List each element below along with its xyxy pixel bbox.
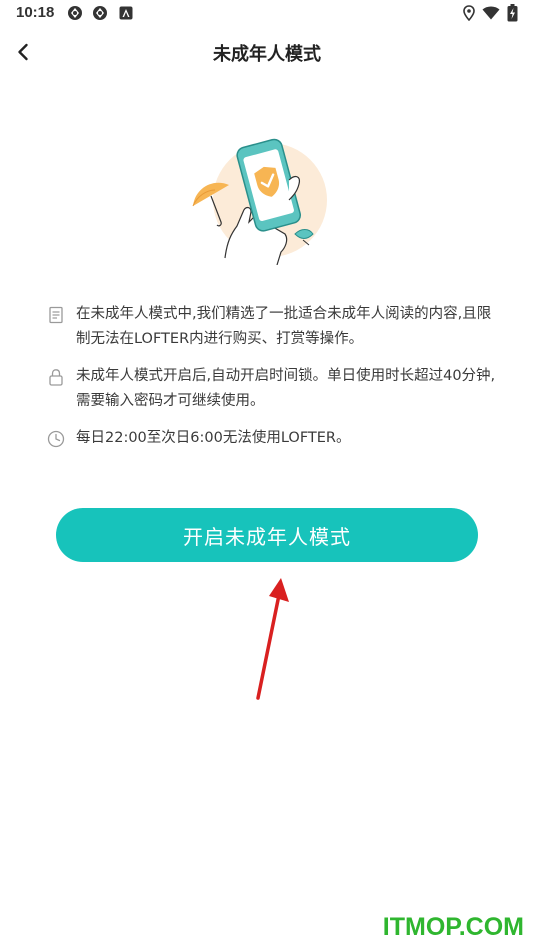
red-arrow-annotation <box>256 578 289 700</box>
battery-charging-icon <box>507 4 518 22</box>
status-bar: 10:18 <box>0 0 534 27</box>
info-text: 每日22:00至次日6:00无法使用LOFTER。 <box>76 430 351 446</box>
info-text: 未成年人模式开启后,自动开启时间锁。单日使用时长超过40分钟,需要输入密码才可继… <box>76 368 496 409</box>
wifi-icon <box>482 6 500 20</box>
app-notification-icon <box>93 6 107 20</box>
watermark: ITMOP.COM <box>382 913 524 941</box>
title-bar: 未成年人模式 <box>0 27 534 77</box>
app-store-notification-icon <box>119 6 133 20</box>
clock-icon <box>47 430 65 448</box>
status-time: 10:18 <box>16 4 55 21</box>
screen: 10:18 未成年人模式 在未成年人模式中,我们精选了一批适合未成年人阅读的内容… <box>0 0 534 950</box>
info-item-curfew: 每日22:00至次日6:00无法使用LOFTER。 <box>44 426 504 451</box>
app-notification-icon <box>68 6 82 20</box>
enable-minor-mode-button[interactable]: 开启未成年人模式 <box>56 508 478 562</box>
page-title: 未成年人模式 <box>213 44 321 65</box>
status-indicators <box>463 4 518 22</box>
lock-icon <box>49 369 63 386</box>
info-list: 在未成年人模式中,我们精选了一批适合未成年人阅读的内容,且限制无法在LOFTER… <box>44 302 504 463</box>
location-icon <box>463 5 475 21</box>
minor-mode-illustration <box>192 138 327 265</box>
document-icon <box>49 306 63 324</box>
info-item-time-lock: 未成年人模式开启后,自动开启时间锁。单日使用时长超过40分钟,需要输入密码才可继… <box>44 364 504 414</box>
info-item-content-restriction: 在未成年人模式中,我们精选了一批适合未成年人阅读的内容,且限制无法在LOFTER… <box>44 302 504 352</box>
info-text: 在未成年人模式中,我们精选了一批适合未成年人阅读的内容,且限制无法在LOFTER… <box>76 306 492 347</box>
